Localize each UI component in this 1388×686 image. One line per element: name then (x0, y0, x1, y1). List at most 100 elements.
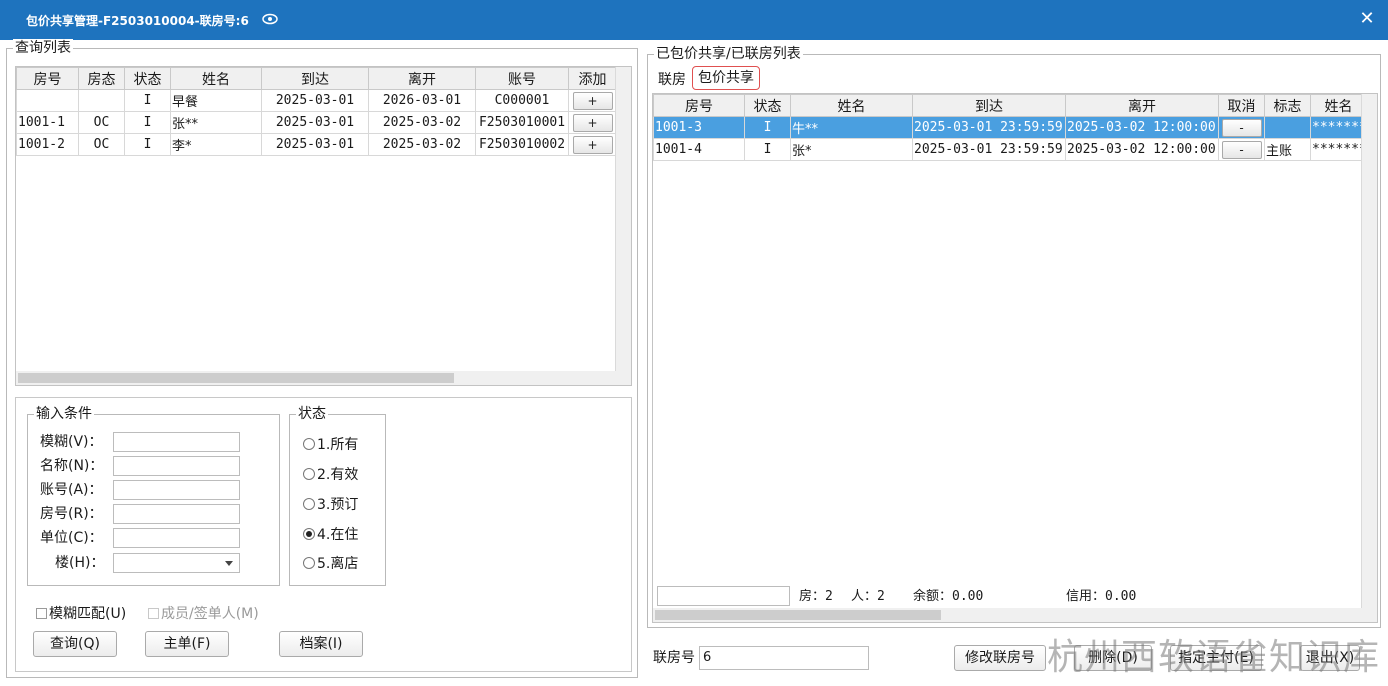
col-arrive[interactable]: 到达 (261, 67, 369, 90)
radio-selected-icon (303, 528, 315, 540)
checkbox-icon (148, 608, 159, 619)
summary-rooms: 房：2 (799, 589, 833, 604)
col-name-2[interactable]: 姓名 (1310, 94, 1367, 117)
query-grid-hscroll-thumb[interactable] (18, 373, 454, 383)
table-row-selected[interactable]: 1001-3 I 牛** 2025-03-01 23:59:59 2025-03… (653, 116, 1367, 139)
cell-cancel: - (1218, 138, 1265, 161)
table-row[interactable]: 1001-1 OC I 张** 2025-03-01 2025-03-02 F2… (16, 111, 617, 134)
col-cancel[interactable]: 取消 (1218, 94, 1265, 117)
shared-grid[interactable]: 房号 状态 姓名 到达 离开 取消 标志 姓名 1001-3 I 牛** 202… (652, 93, 1378, 623)
add-button[interactable]: + (572, 113, 613, 132)
exit-button[interactable]: 退出(X) (1300, 645, 1360, 671)
status-radio-reserved[interactable]: 3.预订 (303, 495, 358, 515)
radio-circle-icon (303, 438, 315, 450)
cell-flag (1264, 116, 1311, 139)
account-input[interactable] (113, 480, 240, 500)
col-add[interactable]: 添加 (568, 67, 617, 90)
cell-room-status: OC (78, 111, 125, 134)
assign-main-payer-button[interactable]: 指定主付(E) (1170, 645, 1262, 671)
name-input[interactable] (113, 456, 240, 476)
add-button[interactable]: + (572, 91, 613, 110)
cell-arrive: 2025-03-01 23:59:59 (912, 116, 1066, 139)
query-button[interactable]: 查询(Q) (33, 631, 117, 657)
cell-add: + (568, 111, 617, 134)
eye-icon[interactable] (262, 12, 278, 26)
col-name[interactable]: 姓名 (790, 94, 913, 117)
query-table-header: 房号 房态 状态 姓名 到达 离开 账号 添加 (16, 67, 617, 90)
status-radio-all[interactable]: 1.所有 (303, 435, 358, 455)
link-no-label: 联房号 (653, 650, 695, 666)
unit-label: 单位(C)： (40, 530, 103, 546)
cell-account: F2503010001 (475, 111, 569, 134)
cell-arrive: 2025-03-01 (261, 89, 369, 112)
unit-input[interactable] (113, 528, 240, 548)
cancel-share-button[interactable]: - (1221, 118, 1262, 137)
shared-grid-hscroll[interactable] (653, 608, 1377, 622)
shared-table-header: 房号 状态 姓名 到达 离开 取消 标志 姓名 (653, 94, 1367, 117)
close-icon[interactable]: ✕ (1356, 8, 1378, 30)
status-radio-valid[interactable]: 2.有效 (303, 465, 358, 485)
col-arrive[interactable]: 到达 (912, 94, 1066, 117)
col-flag[interactable]: 标志 (1264, 94, 1311, 117)
cell-name-2: ******* (1310, 116, 1367, 139)
cell-depart: 2026-03-01 (368, 89, 476, 112)
col-account[interactable]: 账号 (475, 67, 569, 90)
col-depart[interactable]: 离开 (1065, 94, 1219, 117)
shared-grid-hscroll-thumb[interactable] (655, 610, 941, 620)
modify-link-no-button[interactable]: 修改联房号 (954, 645, 1046, 671)
account-label: 账号(A)： (40, 482, 103, 498)
cell-cancel: - (1218, 116, 1265, 139)
member-signer-label: 成员/签单人(M) (161, 606, 259, 622)
col-status[interactable]: 状态 (744, 94, 791, 117)
col-room[interactable]: 房号 (16, 67, 79, 90)
fuzzy-match-label: 模糊匹配(U) (49, 606, 127, 622)
cell-name: 李* (170, 133, 262, 156)
link-no-input[interactable]: 6 (699, 646, 869, 670)
room-label: 房号(R)： (40, 506, 103, 522)
status-option-label: 4.在住 (317, 527, 359, 543)
query-grid-hscroll[interactable] (16, 371, 631, 385)
chevron-down-icon[interactable] (225, 561, 233, 566)
room-input[interactable] (113, 504, 240, 524)
table-row[interactable]: 1001-4 I 张* 2025-03-01 23:59:59 2025-03-… (653, 138, 1367, 161)
cell-room: 1001-2 (16, 133, 79, 156)
query-grid[interactable]: 房号 房态 状态 姓名 到达 离开 账号 添加 I 早餐 2025-03-01 (15, 66, 632, 386)
tab-link-rooms[interactable]: 联房 (658, 69, 686, 91)
cell-room: 1001-1 (16, 111, 79, 134)
window-title: 包价共享管理-F2503010004-联房号:6 (26, 14, 249, 28)
table-row[interactable]: 1001-2 OC I 李* 2025-03-01 2025-03-02 F25… (16, 133, 617, 156)
building-select[interactable] (113, 553, 240, 573)
cell-name: 牛** (790, 116, 913, 139)
status-option-label: 2.有效 (317, 467, 359, 483)
profile-button[interactable]: 档案(I) (279, 631, 363, 657)
tab-package-share[interactable]: 包价共享 (692, 66, 760, 90)
cell-arrive: 2025-03-01 (261, 133, 369, 156)
cell-account: C000001 (475, 89, 569, 112)
col-depart[interactable]: 离开 (368, 67, 476, 90)
app-body: 查询列表 房号 房态 状态 姓名 到达 离开 账号 添加 I 早餐 2025-0… (0, 39, 1388, 686)
fuzzy-match-checkbox[interactable]: 模糊匹配(U) (36, 604, 126, 624)
col-room[interactable]: 房号 (653, 94, 745, 117)
fuzzy-input[interactable] (113, 432, 240, 452)
cancel-share-button[interactable]: - (1221, 140, 1262, 159)
cell-status: I (124, 89, 171, 112)
title-bar: 包价共享管理-F2503010004-联房号:6 ✕ (0, 0, 1388, 40)
cell-status: I (744, 138, 791, 161)
cell-account: F2503010002 (475, 133, 569, 156)
col-status[interactable]: 状态 (124, 67, 171, 90)
delete-button[interactable]: 删除(D) (1074, 645, 1152, 671)
add-button[interactable]: + (572, 135, 613, 154)
member-signer-checkbox[interactable]: 成员/签单人(M) (148, 604, 259, 624)
col-room-status[interactable]: 房态 (78, 67, 125, 90)
shared-grid-vscroll[interactable] (1361, 94, 1377, 608)
fuzzy-label: 模糊(V)： (40, 434, 103, 450)
table-row[interactable]: I 早餐 2025-03-01 2026-03-01 C000001 + (16, 89, 617, 112)
status-radio-checked-out[interactable]: 5.离店 (303, 554, 358, 574)
col-name[interactable]: 姓名 (170, 67, 262, 90)
input-conditions-legend: 输入条件 (34, 405, 94, 423)
cell-status: I (124, 111, 171, 134)
query-grid-vscroll[interactable] (615, 67, 631, 371)
main-order-button[interactable]: 主单(F) (145, 631, 229, 657)
summary-filter-input[interactable] (657, 586, 790, 606)
status-radio-in-house[interactable]: 4.在住 (303, 525, 358, 545)
